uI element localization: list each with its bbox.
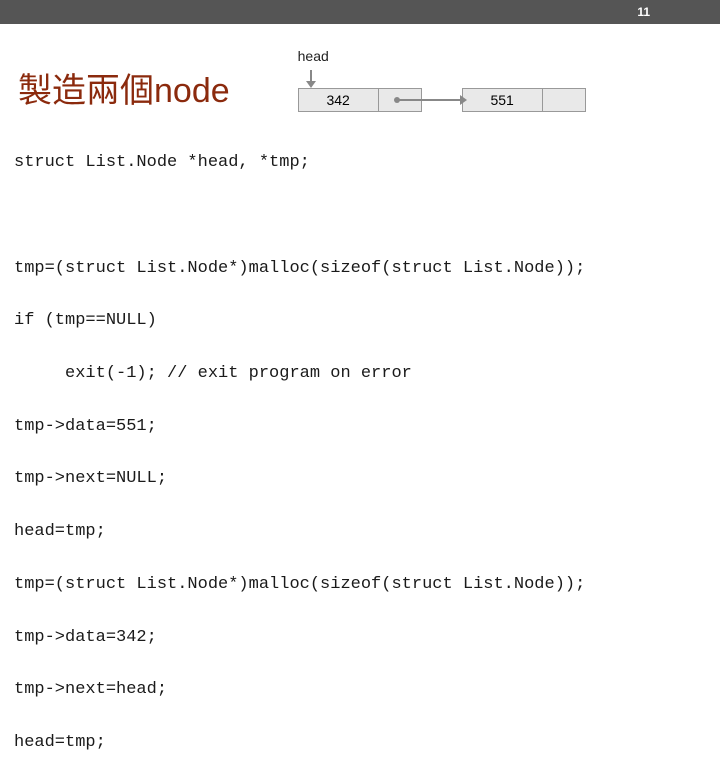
code-line [14,203,706,229]
code-line: tmp->next=head; [14,677,706,703]
node-2: 551 [462,88,586,112]
node-2-next [543,89,585,111]
code-line: tmp=(struct List.Node*)malloc(sizeof(str… [14,572,706,598]
code-line: head=tmp; [14,730,706,756]
linked-list-diagram: head 342 551 [250,44,702,114]
head-pointer-label: head [298,48,329,64]
code-line: tmp->data=551; [14,414,706,440]
node-2-data: 551 [463,89,543,111]
node-1-next [379,89,421,111]
code-line: tmp=(struct List.Node*)malloc(sizeof(str… [14,256,706,282]
page-number-bar: 11 [0,0,720,24]
code-line: struct List.Node *head, *tmp; [14,150,706,176]
header-row: 製造兩個node head 342 551 [0,24,720,122]
code-line: tmp->data=342; [14,625,706,651]
page-number: 11 [637,5,650,19]
code-line: exit(-1); // exit program on error [14,361,706,387]
code-line: tmp->next=NULL; [14,466,706,492]
node-1-data: 342 [299,89,379,111]
code-line: if (tmp==NULL) [14,308,706,334]
arrow-right-icon [397,99,465,101]
node-1: 342 [298,88,422,112]
arrow-down-icon [310,70,312,86]
code-line: head=tmp; [14,519,706,545]
slide-title: 製造兩個node [18,73,230,114]
code-block: struct List.Node *head, *tmp; tmp=(struc… [0,122,720,783]
nodes-row: 342 551 [298,88,586,112]
